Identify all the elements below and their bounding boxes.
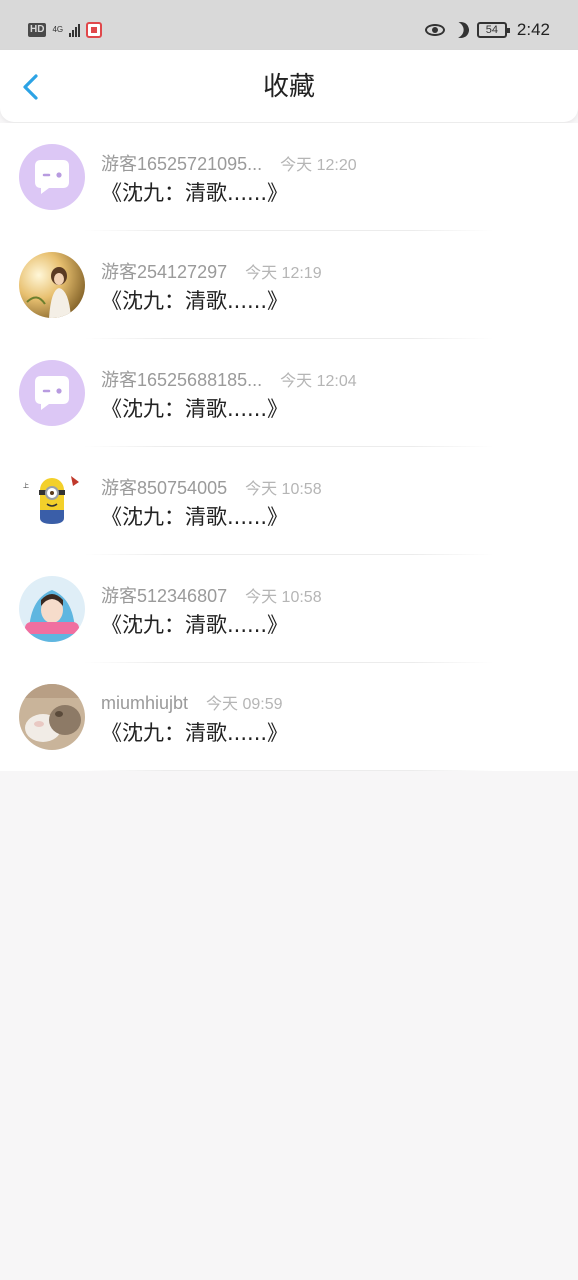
favorite-item[interactable]: 游客512346807 今天 10:58 《沈九：清歌......》 — [0, 555, 578, 663]
favorite-item[interactable]: 上 游客850754005 今天 10:58 《沈九：清歌......》 — [0, 447, 578, 555]
status-right: 54 2:42 — [424, 20, 550, 41]
avatar[interactable] — [19, 252, 85, 318]
favorite-title: 《沈九：清歌......》 — [101, 721, 289, 745]
item-meta: 游客850754005 今天 10:58 — [101, 474, 322, 500]
network-type: 4G — [52, 25, 64, 34]
status-bar: HD 4G 54 2:42 — [0, 0, 578, 50]
avatar[interactable] — [19, 684, 85, 750]
eye-comfort-icon — [424, 24, 445, 36]
default-chat-avatar — [19, 360, 85, 426]
nav-bar: 收藏 — [0, 50, 578, 122]
user-name: miumhiujbt — [101, 693, 189, 713]
signal-icon — [69, 23, 81, 37]
item-time: 今天 12:04 — [280, 373, 357, 390]
avatar[interactable] — [19, 576, 85, 642]
user-name: 游客16525721095... — [101, 154, 263, 174]
favorite-item[interactable]: miumhiujbt 今天 09:59 《沈九：清歌......》 — [0, 663, 578, 771]
do-not-disturb-moon-icon — [451, 20, 472, 41]
avatar[interactable] — [19, 360, 85, 426]
app-notification-icon — [86, 22, 103, 38]
user-name: 游客850754005 — [101, 478, 228, 498]
favorites-list: 游客16525721095... 今天 12:20 《沈九：清歌......》 … — [0, 123, 578, 771]
item-meta: 游客512346807 今天 10:58 — [101, 582, 322, 608]
minion-avatar: 上 — [19, 468, 85, 534]
favorite-title: 《沈九：清歌......》 — [101, 181, 289, 205]
user-name: 游客512346807 — [101, 586, 228, 606]
favorite-title: 《沈九：清歌......》 — [101, 289, 289, 313]
item-meta: miumhiujbt 今天 09:59 — [101, 690, 283, 714]
svg-text:上: 上 — [23, 482, 29, 490]
item-time: 今天 09:59 — [206, 696, 283, 713]
avatar[interactable] — [19, 144, 85, 210]
page-title: 收藏 — [262, 72, 315, 102]
item-time: 今天 12:19 — [245, 265, 322, 282]
user-name: 游客16525688185... — [101, 370, 263, 390]
default-chat-avatar — [19, 144, 85, 210]
item-meta: 游客16525721095... 今天 12:20 — [101, 150, 357, 176]
item-time: 今天 10:58 — [245, 589, 322, 606]
favorite-title: 《沈九：清歌......》 — [101, 613, 289, 637]
item-time: 今天 12:20 — [280, 157, 357, 174]
user-name: 游客254127297 — [101, 262, 228, 282]
favorite-title: 《沈九：清歌......》 — [101, 397, 289, 421]
item-time: 今天 10:58 — [245, 481, 322, 498]
divider — [84, 770, 494, 771]
avatar[interactable]: 上 — [19, 468, 85, 534]
battery-icon: 54 — [476, 22, 510, 38]
status-time: 2:42 — [516, 20, 550, 39]
photo-cat-avatar — [19, 684, 85, 750]
status-left: HD 4G — [28, 22, 103, 38]
photo-girl-hood-avatar — [19, 576, 85, 642]
photo-girl-sunlight-avatar — [19, 252, 85, 318]
item-meta: 游客254127297 今天 12:19 — [101, 258, 322, 284]
hd-badge: HD — [28, 23, 47, 37]
favorite-item[interactable]: 游客16525721095... 今天 12:20 《沈九：清歌......》 — [0, 123, 578, 231]
favorite-title: 《沈九：清歌......》 — [101, 505, 289, 529]
item-meta: 游客16525688185... 今天 12:04 — [101, 366, 357, 392]
favorite-item[interactable]: 游客16525688185... 今天 12:04 《沈九：清歌......》 — [0, 339, 578, 447]
favorite-item[interactable]: 游客254127297 今天 12:19 《沈九：清歌......》 — [0, 231, 578, 339]
